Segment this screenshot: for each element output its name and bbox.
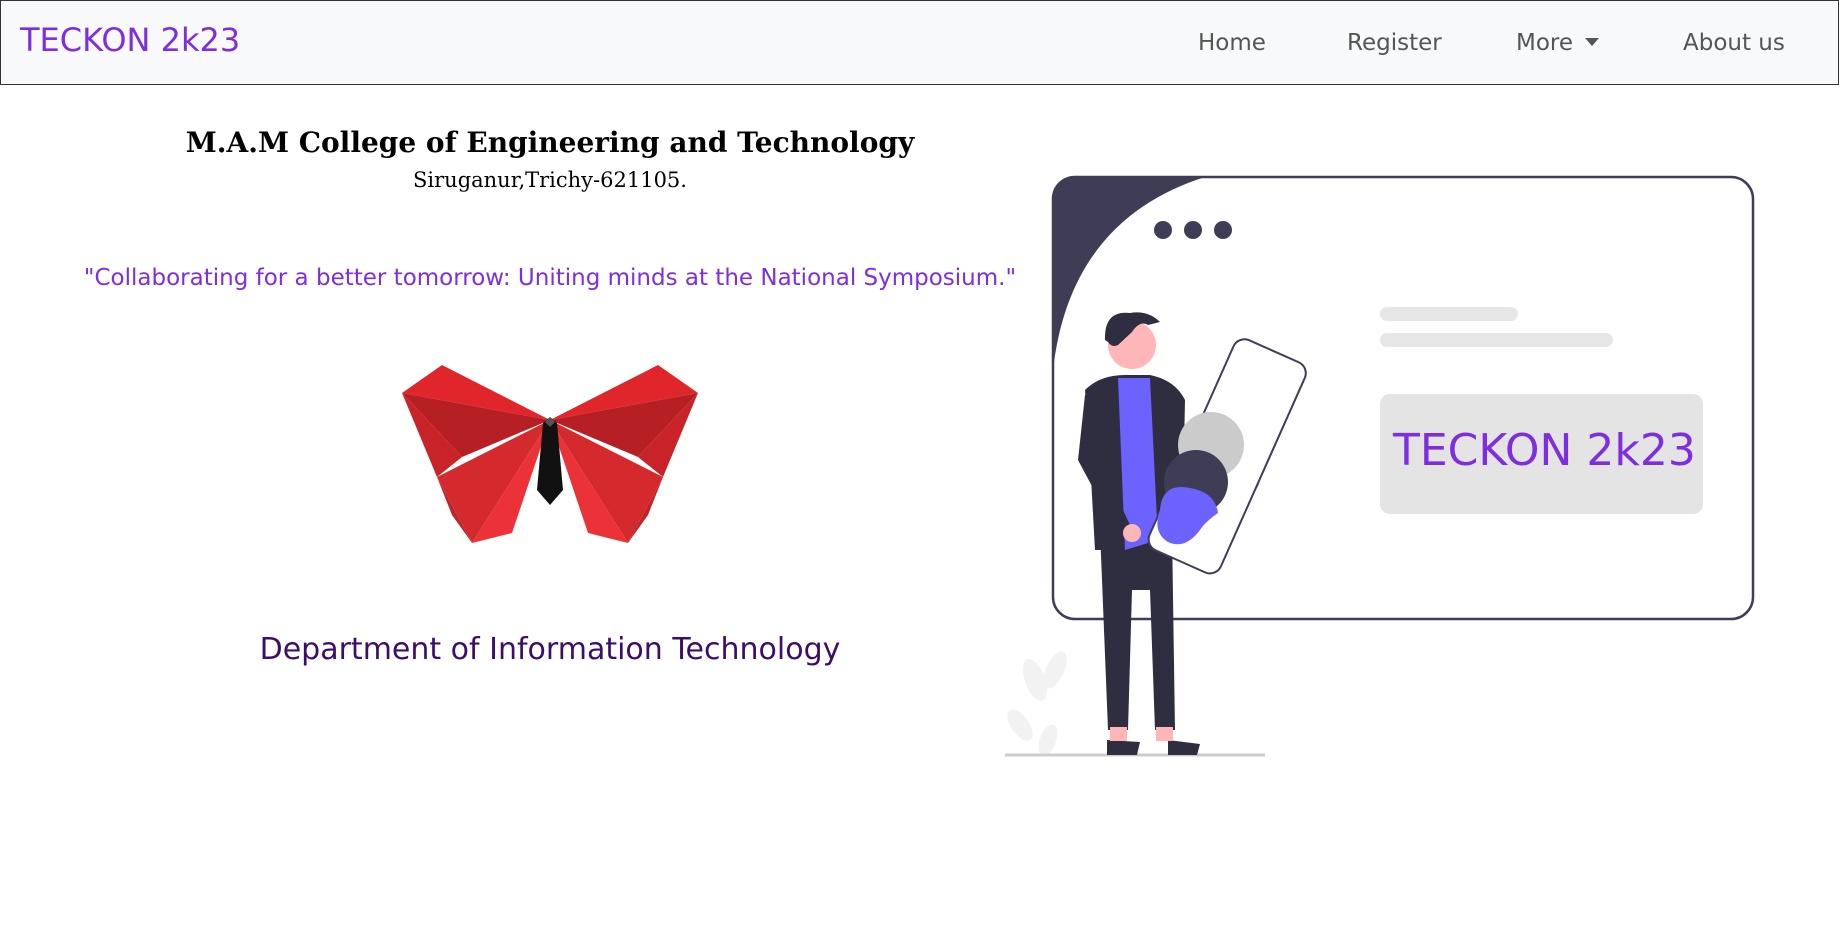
caret-down-icon bbox=[1585, 38, 1600, 46]
butterfly-logo-icon bbox=[402, 365, 698, 543]
illustration-card-text: TECKON 2k23 bbox=[1393, 425, 1696, 476]
nav-more-label: More bbox=[1516, 30, 1574, 56]
tagline: "Collaborating for a better tomorrow: Un… bbox=[83, 265, 1017, 291]
nav-home[interactable]: Home bbox=[1198, 30, 1266, 56]
college-name: M.A.M College of Engineering and Technol… bbox=[185, 126, 915, 159]
navbar: TECKON 2k23 Home Register More About us bbox=[0, 0, 1839, 85]
nav-about[interactable]: About us bbox=[1683, 30, 1785, 56]
department-name: Department of Information Technology bbox=[259, 632, 841, 667]
brand-link[interactable]: TECKON 2k23 bbox=[20, 21, 240, 59]
nav-more-dropdown[interactable]: More bbox=[1516, 30, 1600, 56]
nav-register[interactable]: Register bbox=[1347, 30, 1442, 56]
college-address: Siruganur,Trichy-621105. bbox=[413, 168, 687, 192]
